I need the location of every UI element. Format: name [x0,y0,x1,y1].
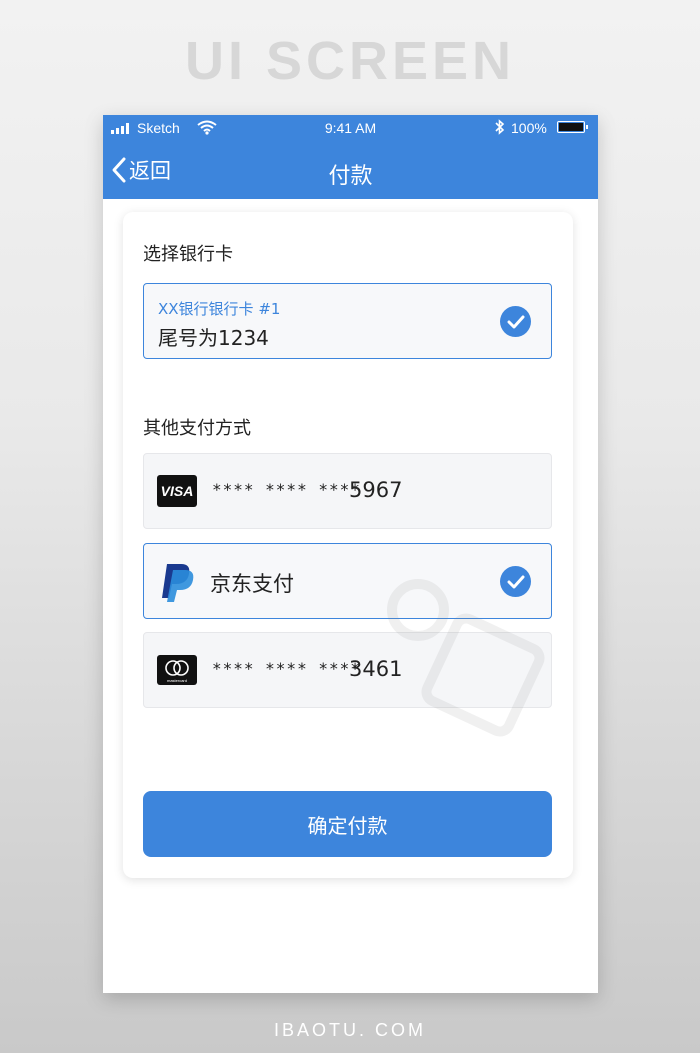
jd-pay-label: 京东支付 [210,572,294,596]
check-icon [500,306,531,337]
visa-card-option[interactable]: VISA **** **** **** 5967 [143,453,552,529]
status-bar: Sketch 9:41 AM 100% [103,115,598,141]
visa-logo: VISA [157,475,197,507]
mastercard-option[interactable]: mastercard **** **** **** 3461 [143,632,552,708]
other-methods-title: 其他支付方式 [143,418,251,439]
footer-brand: IBAOTU. COM [273,1020,426,1040]
card-number: 3461 [349,657,403,681]
bank-card-name: XX银行银行卡 #1 [158,300,281,318]
card-mask: **** **** **** [212,480,361,499]
card-mask: **** **** **** [212,659,361,678]
mastercard-logo: mastercard [157,655,197,685]
battery-percent: 100% [511,120,547,136]
check-icon [500,566,531,597]
bank-card-option[interactable]: XX银行银行卡 #1 尾号为1234 [143,283,552,359]
phone-screen: Sketch 9:41 AM 100% 返回 付款 选择银行卡 XX银行银行卡 … [103,115,598,993]
payment-card: 选择银行卡 XX银行银行卡 #1 尾号为1234 其他支付方式 VISA ***… [123,212,573,878]
header-bar: Sketch 9:41 AM 100% 返回 付款 [103,115,598,199]
headline: UI SCREEN [184,31,516,91]
bank-card-tail: 尾号为1234 [158,326,269,350]
bank-section-title: 选择银行卡 [143,244,233,265]
card-number: 5967 [349,478,403,502]
jd-pay-option[interactable]: 京东支付 [143,543,552,619]
page-title: 付款 [328,164,373,189]
svg-text:mastercard: mastercard [167,678,187,683]
bluetooth-icon [495,119,505,135]
paypal-logo [162,564,194,602]
battery-icon [557,121,588,133]
confirm-payment-button[interactable]: 确定付款 [143,791,552,857]
